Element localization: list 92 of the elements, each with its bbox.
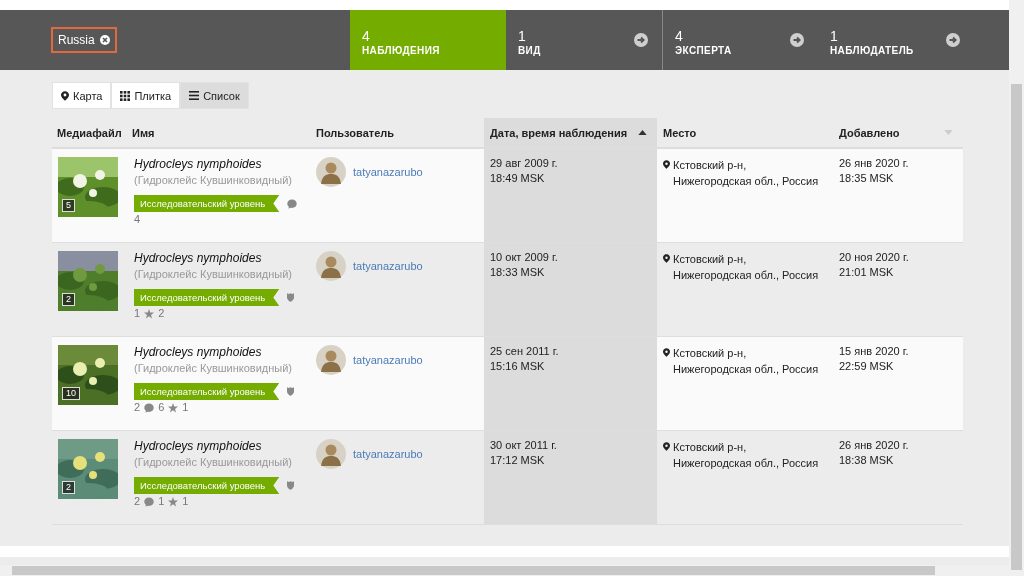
added-time: 18:35 MSK — [839, 172, 895, 184]
photo-count: 2 — [62, 481, 75, 494]
column-header[interactable]: Медиафайл — [52, 118, 130, 147]
added-time: 22:59 MSK — [839, 360, 895, 372]
star-icon — [168, 402, 179, 413]
stat-count: 2 — [158, 306, 165, 321]
species-name[interactable]: Hydrocleys nymphoides — [134, 439, 310, 453]
photo-count: 5 — [62, 199, 75, 212]
avatar[interactable] — [316, 157, 346, 187]
place-name: Кстовский р-н, Нижегородская обл., Россия — [673, 440, 820, 471]
species-name[interactable]: Hydrocleys nymphoides — [134, 251, 310, 265]
table-row[interactable]: 5 Hydrocleys nymphoides (Гидроклейс Кувшинковидный) Исследовательский уровень 4 tatyanazarubo 29 авг 2009 г. 18:49 MSK Кстовский р-н, Нижегородская обл., Россия 26 янв 2020 г. 18:35 MSK — [52, 149, 963, 243]
observed-date: 30 окт 2011 г. — [490, 439, 558, 451]
stat-count: 6 — [158, 400, 165, 415]
observed-time: 15:16 MSK — [490, 360, 546, 372]
map-pin-icon — [663, 254, 670, 263]
added-date: 15 янв 2020 г. — [839, 345, 910, 357]
place-name: Кстовский р-н, Нижегородская обл., Россия — [673, 346, 820, 377]
common-name: (Гидроклейс Кувшинковидный) — [134, 456, 294, 468]
user-link[interactable]: tatyanazarubo — [353, 448, 423, 460]
arrow-right-icon — [946, 33, 960, 47]
observed-date: 29 авг 2009 г. — [490, 157, 559, 169]
close-icon[interactable] — [99, 35, 110, 45]
user-link[interactable]: tatyanazarubo — [353, 354, 423, 366]
column-header[interactable]: Дата, время наблюдения — [484, 118, 657, 147]
avatar[interactable] — [316, 345, 346, 375]
map-pin-icon — [663, 160, 670, 169]
species-name[interactable]: Hydrocleys nymphoides — [134, 157, 310, 171]
user-link[interactable]: tatyanazarubo — [353, 166, 423, 178]
star-icon — [168, 496, 179, 507]
stat-count: 4 — [134, 212, 141, 227]
avatar[interactable] — [316, 251, 346, 281]
user-link[interactable]: tatyanazarubo — [353, 260, 423, 272]
observed-time: 17:12 MSK — [490, 454, 546, 466]
comment-icon — [144, 402, 155, 413]
species-name[interactable]: Hydrocleys nymphoides — [134, 345, 310, 359]
added-date: 20 ноя 2020 г. — [839, 251, 910, 263]
quality-badge: Исследовательский уровень — [134, 289, 280, 306]
table-row[interactable]: 2 Hydrocleys nymphoides (Гидроклейс Кувшинковидный) Исследовательский уровень 2 1 1 tatyanazarubo 30 окт 2011 г. 17:12 MSK Кстовский р-н, Нижегородская обл., Россия 26 янв 2020 г. 18:38 MSK — [52, 431, 963, 525]
quality-badge: Исследовательский уровень — [134, 477, 280, 494]
view-tab[interactable]: Карта — [52, 82, 112, 109]
added-date: 26 янв 2020 г. — [839, 157, 910, 169]
column-header[interactable]: Пользователь — [310, 118, 484, 147]
observed-time: 18:49 MSK — [490, 172, 546, 184]
place-name: Кстовский р-н, Нижегородская обл., Россия — [673, 252, 820, 283]
comment-icon — [287, 198, 298, 209]
stats-tab[interactable]: 1 ВИД — [506, 10, 662, 70]
arrow-right-icon — [790, 33, 804, 47]
horizontal-scrollbar[interactable] — [0, 565, 1009, 576]
observed-date: 10 окт 2009 г. — [490, 251, 559, 263]
shield-icon — [287, 481, 295, 490]
comment-icon — [144, 496, 155, 507]
map-pin-icon — [61, 90, 69, 101]
photo-count: 2 — [62, 293, 75, 306]
column-header[interactable]: Место — [657, 118, 833, 147]
stats-tab[interactable]: 4 ЭКСПЕРТА — [662, 10, 818, 70]
star-icon — [144, 308, 155, 319]
observed-time: 18:33 MSK — [490, 266, 546, 278]
shield-icon — [287, 293, 295, 302]
view-tab[interactable]: Список — [180, 82, 249, 109]
column-header[interactable]: Имя — [130, 118, 310, 147]
vertical-scrollbar[interactable] — [1009, 0, 1024, 576]
map-pin-icon — [663, 348, 670, 357]
added-time: 21:01 MSK — [839, 266, 895, 278]
list-icon — [189, 91, 200, 100]
grid-icon — [120, 90, 131, 101]
table-row[interactable]: 10 Hydrocleys nymphoides (Гидроклейс Кувшинковидный) Исследовательский уровень 2 6 1 tatyanazarubo 25 сен 2011 г. 15:16 MSK Кстовский р-н, Нижегородская обл., Россия 15 янв 2020 г. 22:59 MSK — [52, 337, 963, 431]
stat-count: 2 — [134, 400, 141, 415]
observed-date: 25 сен 2011 г. — [490, 345, 560, 357]
shield-icon — [287, 387, 295, 396]
quality-badge: Исследовательский уровень — [134, 383, 280, 400]
stat-count: 1 — [182, 494, 189, 509]
common-name: (Гидроклейс Кувшинковидный) — [134, 268, 294, 280]
common-name: (Гидроклейс Кувшинковидный) — [134, 174, 294, 186]
arrow-right-icon — [634, 33, 648, 47]
stat-count: 1 — [134, 306, 141, 321]
filter-chip[interactable]: Russia — [51, 27, 117, 53]
stats-tab[interactable]: 1 НАБЛЮДАТЕЛЬ — [818, 10, 974, 70]
common-name: (Гидроклейс Кувшинковидный) — [134, 362, 294, 374]
place-name: Кстовский р-н, Нижегородская обл., Россия — [673, 158, 820, 189]
avatar[interactable] — [316, 439, 346, 469]
photo-count: 10 — [62, 387, 80, 400]
view-tab[interactable]: Плитка — [111, 82, 181, 109]
stat-count: 2 — [134, 494, 141, 509]
column-header[interactable]: Добавлено — [833, 118, 963, 147]
table-row[interactable]: 2 Hydrocleys nymphoides (Гидроклейс Кувшинковидный) Исследовательский уровень 1 2 tatyanazarubo 10 окт 2009 г. 18:33 MSK Кстовский р-н, Нижегородская обл., Россия 20 ноя 2020 г. 21:01 MSK — [52, 243, 963, 337]
added-time: 18:38 MSK — [839, 454, 895, 466]
stat-count: 1 — [158, 494, 165, 509]
map-pin-icon — [663, 442, 670, 451]
quality-badge: Исследовательский уровень — [134, 195, 280, 212]
added-date: 26 янв 2020 г. — [839, 439, 910, 451]
stat-count: 1 — [182, 400, 189, 415]
